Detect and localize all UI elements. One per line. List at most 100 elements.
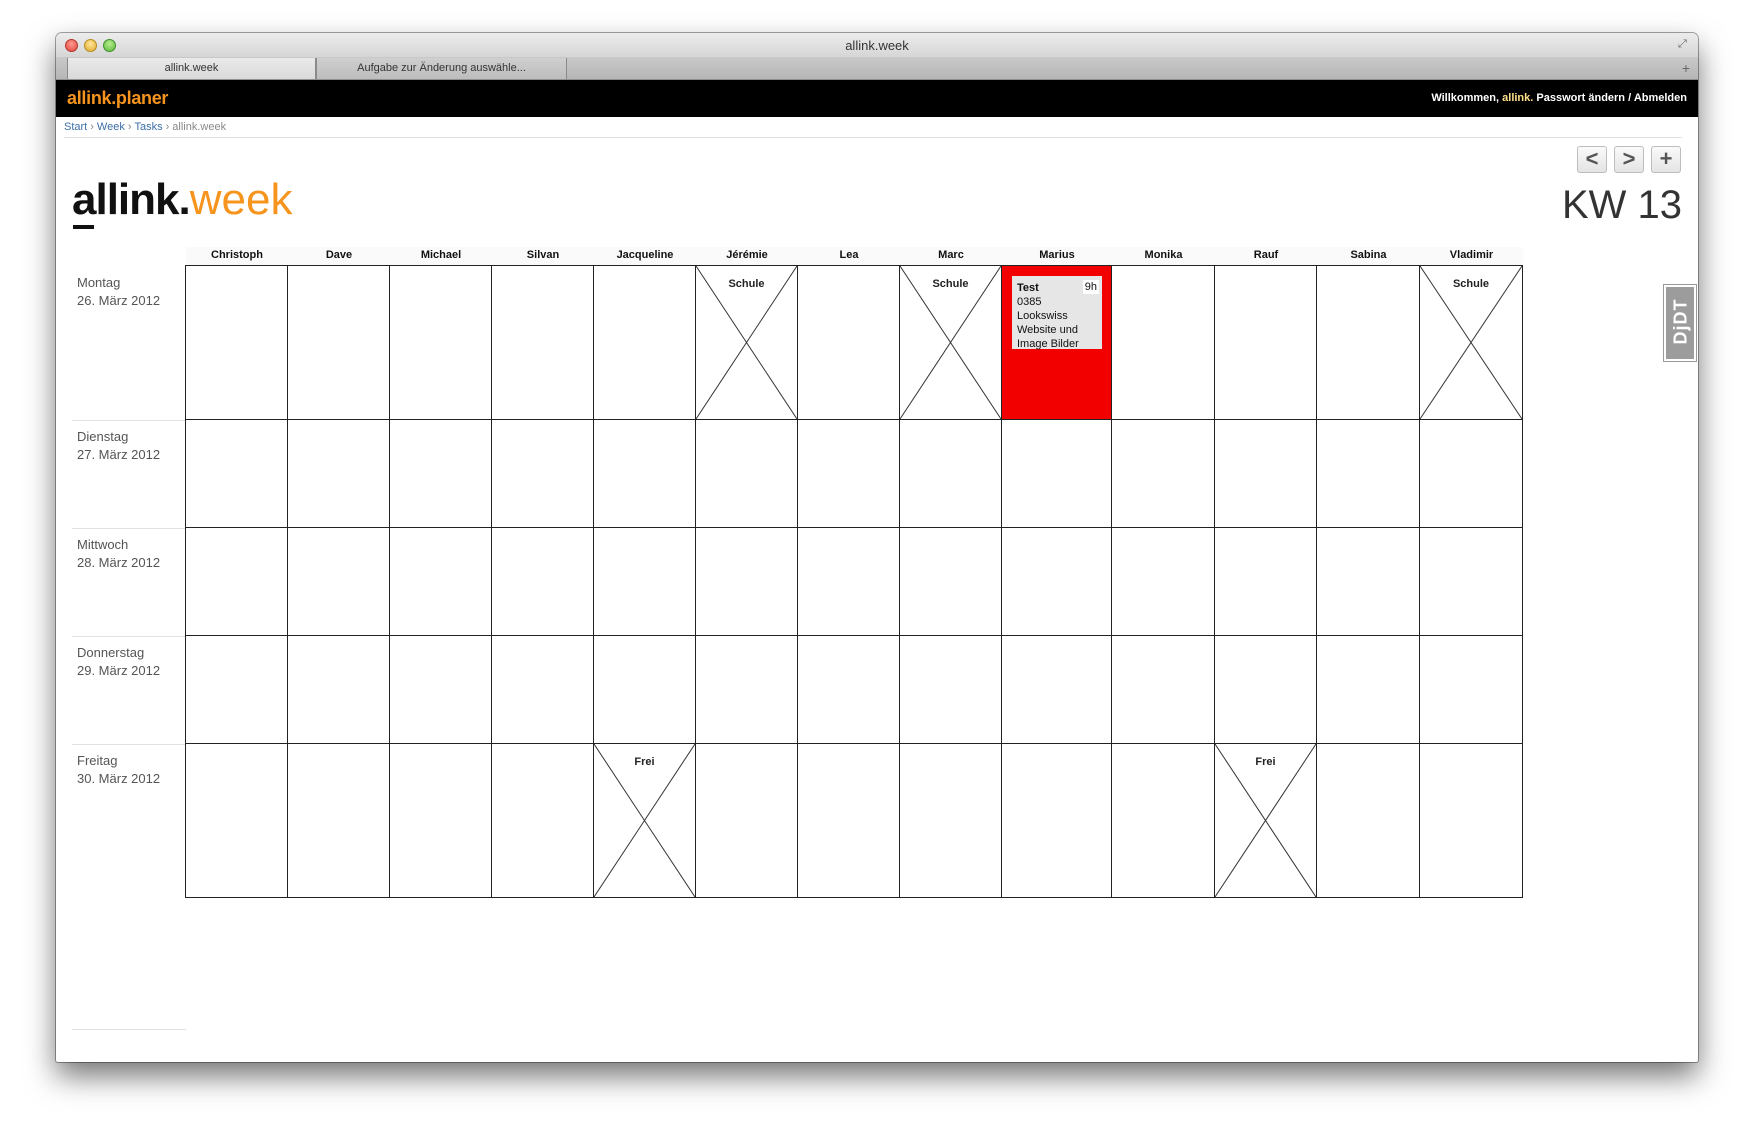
schedule-cell[interactable] xyxy=(1001,743,1112,898)
schedule-cell[interactable] xyxy=(287,635,390,744)
schedule-cell[interactable] xyxy=(593,419,696,528)
schedule-cell[interactable] xyxy=(1001,635,1112,744)
breadcrumb-separator: › xyxy=(127,121,132,133)
logout-link[interactable]: Abmelden xyxy=(1634,92,1687,104)
absence-label: Frei xyxy=(634,756,655,768)
previous-week-button[interactable]: < xyxy=(1577,146,1607,173)
breadcrumb-item[interactable]: Start xyxy=(64,121,87,133)
task-cell[interactable]: Test 9h 0385 Lookswiss Website und Image Bild… xyxy=(1001,265,1112,420)
schedule-cell[interactable] xyxy=(695,419,798,528)
absence-cell[interactable]: Schule xyxy=(695,265,798,420)
schedule-cell[interactable] xyxy=(1001,527,1112,636)
column-header-person: Silvan xyxy=(492,247,594,265)
title-bar: allink.week ⤢ xyxy=(56,33,1698,58)
schedule-cell[interactable] xyxy=(797,743,900,898)
schedule-cell[interactable] xyxy=(491,527,594,636)
schedule-cell[interactable] xyxy=(287,265,390,420)
task-description-line: Image Bilder xyxy=(1017,338,1079,350)
schedule-cell[interactable] xyxy=(593,265,696,420)
schedule-cell[interactable] xyxy=(899,635,1002,744)
schedule-cell[interactable] xyxy=(593,527,696,636)
schedule-cell[interactable] xyxy=(899,419,1002,528)
schedule-cell[interactable] xyxy=(491,743,594,898)
absence-label: Frei xyxy=(1255,756,1276,768)
schedule-cell[interactable] xyxy=(389,635,492,744)
schedule-cell[interactable] xyxy=(1419,419,1523,528)
schedule-cell[interactable] xyxy=(389,743,492,898)
day-row-divider xyxy=(72,420,186,421)
schedule-cell[interactable] xyxy=(185,265,288,420)
schedule-cell[interactable] xyxy=(1111,743,1215,898)
schedule-cell[interactable] xyxy=(1419,635,1523,744)
breadcrumb-item[interactable]: Week xyxy=(97,121,125,133)
schedule-cell[interactable] xyxy=(899,743,1002,898)
schedule-cell[interactable] xyxy=(1214,419,1317,528)
schedule-cell[interactable] xyxy=(185,527,288,636)
schedule-cell[interactable] xyxy=(389,265,492,420)
fullscreen-icon[interactable]: ⤢ xyxy=(1678,38,1690,50)
schedule-cell[interactable] xyxy=(1316,265,1420,420)
breadcrumb: Start › Week › Tasks › allink.week xyxy=(64,121,226,133)
schedule-cell[interactable] xyxy=(1316,527,1420,636)
browser-window: allink.week ⤢ allink.week Aufgabe zur Än… xyxy=(56,33,1698,1062)
schedule-cell[interactable] xyxy=(797,265,900,420)
schedule-cell[interactable] xyxy=(1111,265,1215,420)
schedule-cell[interactable] xyxy=(185,419,288,528)
debug-toolbar-label: DjDT xyxy=(1670,298,1691,345)
schedule-cell[interactable] xyxy=(1214,635,1317,744)
schedule-cell[interactable] xyxy=(899,527,1002,636)
schedule-cell[interactable] xyxy=(593,635,696,744)
task-hours-badge: 9h xyxy=(1082,280,1099,294)
schedule-cell[interactable] xyxy=(491,419,594,528)
schedule-cell[interactable] xyxy=(797,635,900,744)
task-card[interactable]: Test 9h 0385 Lookswiss Website und Image Bild… xyxy=(1012,276,1102,350)
tab-aufgabe[interactable]: Aufgabe zur Änderung auswähle... xyxy=(316,58,567,79)
absence-cell[interactable]: Schule xyxy=(899,265,1002,420)
schedule-cell[interactable] xyxy=(1316,743,1420,898)
schedule-cell[interactable] xyxy=(797,419,900,528)
change-password-link[interactable]: Passwort ändern xyxy=(1536,92,1625,104)
schedule-cell[interactable] xyxy=(1001,419,1112,528)
schedule-cell[interactable] xyxy=(185,743,288,898)
schedule-cell[interactable] xyxy=(695,743,798,898)
schedule-cell[interactable] xyxy=(491,265,594,420)
schedule-cell[interactable] xyxy=(1111,635,1215,744)
absence-cell[interactable]: Schule xyxy=(1419,265,1523,420)
schedule-cell[interactable] xyxy=(389,419,492,528)
schedule-cell[interactable] xyxy=(287,527,390,636)
week-grid: Christoph Dave Michael Silvan Jacqueline Jéré… xyxy=(72,247,1683,1031)
breadcrumb-separator: › xyxy=(90,121,94,133)
new-tab-icon[interactable]: + xyxy=(1682,60,1690,76)
debug-toolbar-handle[interactable]: DjDT xyxy=(1664,285,1696,361)
schedule-cell[interactable] xyxy=(1111,419,1215,528)
schedule-cell[interactable] xyxy=(491,635,594,744)
schedule-cell[interactable] xyxy=(1316,635,1420,744)
absence-label: Schule xyxy=(932,278,969,290)
schedule-cell[interactable] xyxy=(1419,743,1523,898)
schedule-cell[interactable] xyxy=(287,419,390,528)
schedule-cell[interactable] xyxy=(797,527,900,636)
tab-allink-week[interactable]: allink.week xyxy=(67,58,316,79)
breadcrumb-divider xyxy=(64,137,1682,138)
day-label: Montag 26. März 2012 xyxy=(72,274,186,310)
schedule-cell[interactable] xyxy=(389,527,492,636)
schedule-cell[interactable] xyxy=(1111,527,1215,636)
add-task-button[interactable]: + xyxy=(1651,146,1681,173)
breadcrumb-item[interactable]: Tasks xyxy=(135,121,163,133)
schedule-cell[interactable] xyxy=(287,743,390,898)
brand-logo[interactable]: allink.planer xyxy=(67,88,168,109)
next-week-button[interactable]: > xyxy=(1614,146,1644,173)
absence-cell[interactable]: Frei xyxy=(593,743,696,898)
day-label: Donnerstag 29. März 2012 xyxy=(72,644,186,680)
schedule-cell[interactable] xyxy=(1316,419,1420,528)
schedule-cell[interactable] xyxy=(1214,527,1317,636)
task-description-line: Website und xyxy=(1017,324,1078,336)
schedule-cell[interactable] xyxy=(695,635,798,744)
schedule-cell[interactable] xyxy=(185,635,288,744)
schedule-cell[interactable] xyxy=(695,527,798,636)
schedule-cell[interactable] xyxy=(1214,265,1317,420)
week-number: KW 13 xyxy=(1561,183,1682,227)
absence-cell[interactable]: Frei xyxy=(1214,743,1317,898)
schedule-cell[interactable] xyxy=(1419,527,1523,636)
column-header-person: Jérémie xyxy=(696,247,798,265)
